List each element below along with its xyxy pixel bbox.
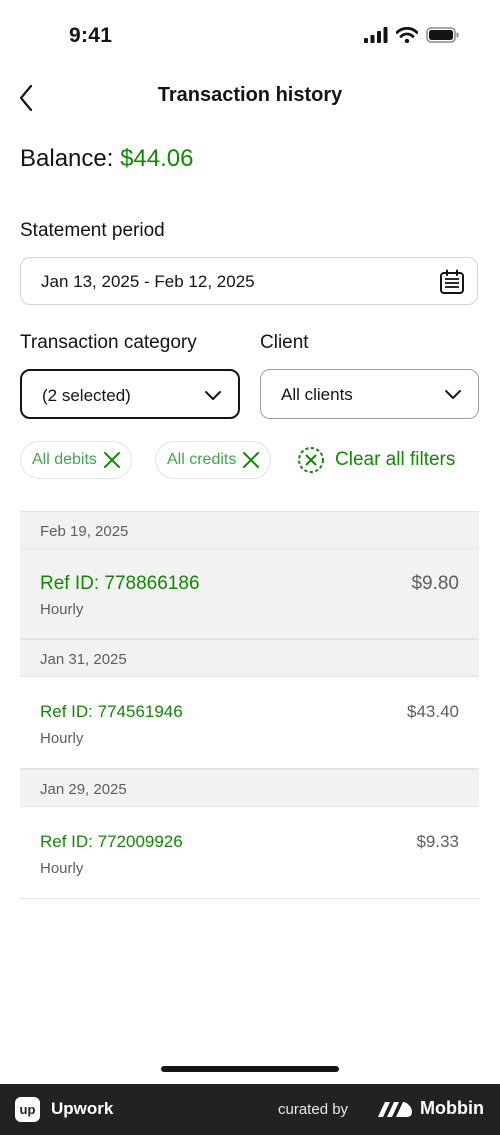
transaction-ref-id: Ref ID: 774561946 — [40, 702, 183, 721]
date-header: Jan 29, 2025 — [20, 769, 479, 807]
transaction-row[interactable]: Ref ID: 774561946 Hourly $43.40 — [20, 677, 479, 769]
chevron-down-icon — [445, 390, 461, 399]
filter-chip-all-debits[interactable]: All debits — [20, 441, 132, 479]
transaction-type: Hourly — [40, 601, 84, 618]
clear-all-filters-button[interactable]: Clear all filters — [297, 446, 455, 474]
chevron-down-icon — [205, 391, 221, 400]
home-indicator — [161, 1066, 339, 1072]
filter-chip-label: All debits — [32, 451, 97, 468]
filter-chip-label: All credits — [167, 451, 237, 468]
footer-bar: up Upwork curated by Mobbin — [0, 1084, 500, 1135]
balance: Balance: $44.06 — [20, 145, 193, 173]
close-icon[interactable] — [103, 451, 121, 469]
transaction-list: Feb 19, 2025 Ref ID: 778866186 Hourly $9… — [20, 511, 479, 899]
header: Transaction history — [0, 74, 500, 120]
filter-chip-all-credits[interactable]: All credits — [155, 441, 272, 479]
date-header: Jan 31, 2025 — [20, 639, 479, 677]
calendar-icon — [440, 269, 464, 294]
mobbin-logo-icon — [378, 1102, 412, 1117]
transaction-category-value: (2 selected) — [42, 386, 131, 405]
transaction-row[interactable]: Ref ID: 772009926 Hourly $9.33 — [20, 807, 479, 899]
status-bar: 9:41 — [0, 0, 500, 74]
transaction-type: Hourly — [40, 730, 84, 747]
transaction-ref-id: Ref ID: 778866186 — [40, 573, 200, 594]
mobbin-label: Mobbin — [420, 1098, 484, 1118]
transaction-amount: $9.80 — [411, 573, 459, 594]
client-value: All clients — [281, 385, 353, 404]
close-icon[interactable] — [242, 451, 260, 469]
signal-icon — [364, 27, 388, 43]
transaction-ref-id: Ref ID: 772009926 — [40, 832, 183, 851]
statement-period-label: Statement period — [20, 220, 165, 241]
balance-label: Balance: — [20, 145, 114, 172]
transaction-type: Hourly — [40, 860, 84, 877]
balance-amount: $44.06 — [120, 145, 194, 172]
transaction-category-label: Transaction category — [20, 332, 197, 353]
status-time: 9:41 — [69, 24, 113, 47]
statement-period-field[interactable]: Jan 13, 2025 - Feb 12, 2025 — [20, 257, 478, 305]
transaction-row[interactable]: Ref ID: 778866186 Hourly $9.80 — [20, 549, 479, 639]
date-header: Feb 19, 2025 — [20, 511, 479, 549]
footer-brand: Upwork — [51, 1099, 114, 1118]
transaction-date: Jan 31, 2025 — [40, 651, 127, 668]
page-title: Transaction history — [157, 84, 343, 106]
client-label: Client — [260, 332, 309, 353]
clear-circle-icon — [298, 447, 324, 473]
client-select[interactable]: All clients — [260, 369, 479, 419]
upwork-logo-icon: up — [15, 1097, 40, 1122]
transaction-category-select[interactable]: (2 selected) — [20, 369, 240, 419]
transaction-amount: $9.33 — [416, 832, 459, 851]
curated-by-label: curated by — [278, 1101, 349, 1118]
clear-all-filters-label: Clear all filters — [335, 449, 456, 470]
wifi-icon — [396, 27, 418, 43]
status-icons — [364, 27, 460, 43]
transaction-date: Jan 29, 2025 — [40, 781, 127, 798]
transaction-date: Feb 19, 2025 — [40, 523, 129, 540]
battery-icon — [426, 27, 459, 43]
statement-period-value: Jan 13, 2025 - Feb 12, 2025 — [41, 272, 255, 291]
transaction-amount: $43.40 — [407, 702, 459, 721]
